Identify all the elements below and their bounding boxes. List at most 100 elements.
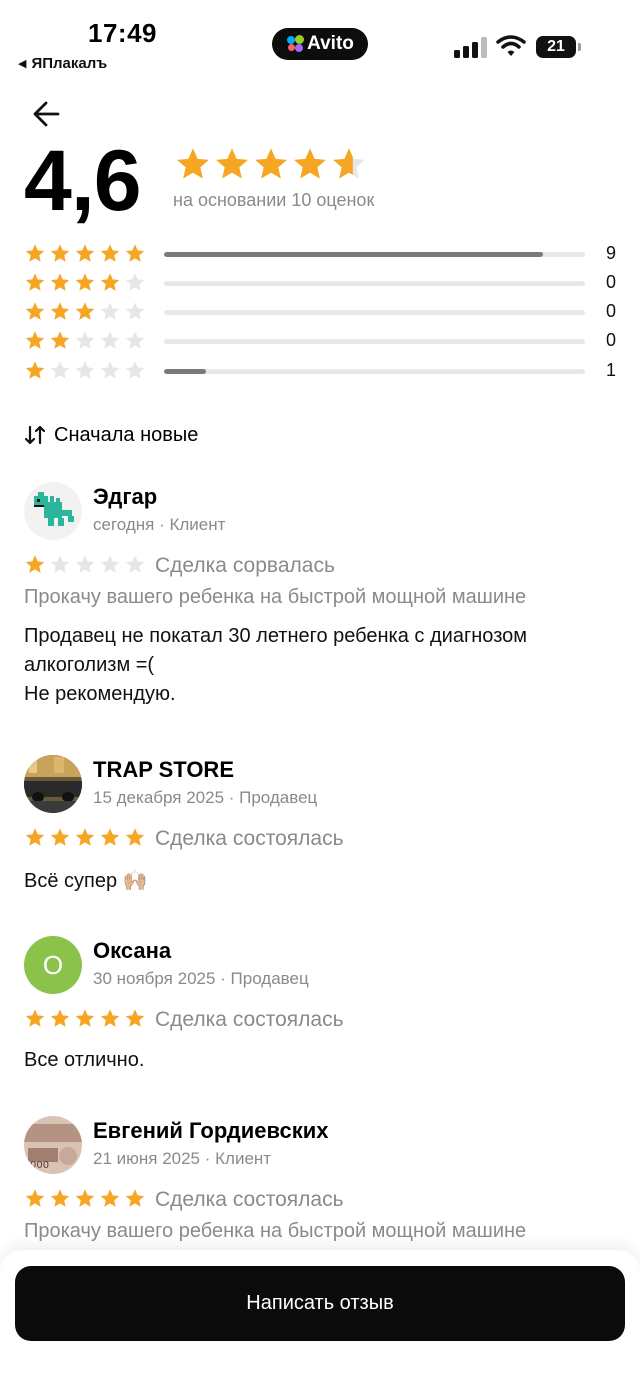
review-text: Всё супер 🙌🏼 <box>24 870 148 892</box>
row-stars <box>25 273 145 291</box>
star-icon <box>100 302 120 320</box>
avito-logo-icon <box>286 35 305 53</box>
star-icon <box>25 828 45 846</box>
svg-text:000: 000 <box>30 1160 49 1171</box>
reviewer-name[interactable]: Евгений Гордиевских <box>93 1118 328 1144</box>
review-meta: сегодня · Клиент <box>93 515 226 534</box>
distribution-row-2: 0 <box>24 330 624 354</box>
distribution-count: 0 <box>605 330 616 350</box>
star-icon <box>75 1189 95 1207</box>
review-meta: 15 декабря 2025 · Продавец <box>93 788 318 807</box>
distribution-bar <box>164 252 585 257</box>
star-icon <box>75 244 95 262</box>
star-icon <box>75 555 95 573</box>
star-icon <box>333 148 365 179</box>
photo-avatar[interactable] <box>24 755 82 813</box>
review-item: 000 Евгений Гордиевских 21 июня 2025 · К… <box>24 1116 624 1256</box>
reviewer-name[interactable]: Эдгар <box>93 484 157 510</box>
star-icon <box>75 302 95 320</box>
star-icon <box>100 244 120 262</box>
star-icon <box>75 1009 95 1027</box>
star-icon <box>50 302 70 320</box>
distribution-bar-fill <box>164 252 543 257</box>
deal-status: Сделка состоялась <box>155 1188 344 1211</box>
star-icon <box>125 1009 145 1027</box>
sort-icon <box>24 425 46 445</box>
review-item: О Оксана 30 ноября 2025 · Продавец Сделк… <box>24 936 624 1086</box>
back-app-label: ЯПлакалъ <box>31 55 108 72</box>
deal-status: Сделка сорвалась <box>155 554 335 577</box>
write-review-button[interactable]: Написать отзыв <box>15 1266 625 1341</box>
distribution-bar <box>164 369 585 374</box>
back-to-app-link[interactable]: ◀ ЯПлакалъ <box>18 55 107 72</box>
star-icon <box>125 361 145 379</box>
star-icon <box>125 244 145 262</box>
banknote-avatar[interactable]: 000 <box>24 1116 82 1174</box>
distribution-count: 0 <box>605 272 616 292</box>
star-icon <box>216 148 248 179</box>
star-icon <box>125 331 145 349</box>
distribution-bar <box>164 310 585 315</box>
row-stars <box>25 361 145 379</box>
wifi-icon <box>496 35 526 56</box>
star-icon <box>294 148 326 179</box>
star-icon <box>125 828 145 846</box>
distribution-bar <box>164 281 585 286</box>
star-icon <box>100 1009 120 1027</box>
star-icon <box>50 1009 70 1027</box>
review-subject[interactable]: Прокачу вашего ребенка на быстрой мощной… <box>24 586 526 609</box>
distribution-count: 0 <box>605 301 616 321</box>
review-stars <box>25 555 145 573</box>
dragon-avatar[interactable] <box>24 482 82 540</box>
app-pill-label: Avito <box>307 33 354 54</box>
battery-icon: 21 <box>536 36 581 58</box>
star-icon <box>125 1189 145 1207</box>
star-icon <box>25 361 45 379</box>
reviewer-name[interactable]: TRAP STORE <box>93 757 234 783</box>
review-item: Эдгар сегодня · Клиент Сделка сорвалась … <box>24 482 624 722</box>
app-pill: Avito <box>272 28 368 60</box>
star-icon <box>25 555 45 573</box>
star-icon <box>25 244 45 262</box>
rating-count-label: на основании 10 оценок <box>173 190 375 210</box>
back-arrow-icon[interactable] <box>26 96 66 132</box>
status-bar: 17:49 ◀ ЯПлакалъ Avito 21 <box>0 0 640 80</box>
star-icon <box>100 361 120 379</box>
row-stars <box>25 331 145 349</box>
distribution-row-1: 1 <box>24 360 624 384</box>
star-icon <box>100 1189 120 1207</box>
review-item: TRAP STORE 15 декабря 2025 · Продавец Сд… <box>24 755 624 905</box>
status-time: 17:49 <box>88 18 157 48</box>
star-icon <box>177 148 209 179</box>
star-icon <box>50 331 70 349</box>
sort-label: Сначала новые <box>54 423 199 446</box>
star-icon <box>50 828 70 846</box>
star-icon <box>75 331 95 349</box>
review-stars <box>25 1009 145 1027</box>
reviewer-name[interactable]: Оксана <box>93 938 171 964</box>
star-icon <box>50 273 70 291</box>
star-icon <box>50 244 70 262</box>
star-icon <box>125 273 145 291</box>
average-rating-stars <box>177 148 365 179</box>
distribution-bar-fill <box>164 369 207 374</box>
back-triangle-icon: ◀ <box>18 58 27 70</box>
star-icon <box>75 273 95 291</box>
average-rating: 4,6 <box>24 133 142 229</box>
letter-avatar[interactable]: О <box>24 936 82 994</box>
deal-status: Сделка состоялась <box>155 827 344 850</box>
star-icon <box>125 302 145 320</box>
deal-status: Сделка состоялась <box>155 1008 344 1031</box>
star-icon <box>100 828 120 846</box>
review-subject[interactable]: Прокачу вашего ребенка на быстрой мощной… <box>24 1220 526 1243</box>
star-icon <box>50 1189 70 1207</box>
star-icon <box>50 555 70 573</box>
distribution-row-3: 0 <box>24 301 624 325</box>
star-icon <box>75 361 95 379</box>
review-stars <box>25 828 145 846</box>
sort-button[interactable]: Сначала новые <box>24 420 198 450</box>
star-icon <box>25 331 45 349</box>
distribution-bar <box>164 339 585 344</box>
row-stars <box>25 244 145 262</box>
signal-icon <box>454 36 490 58</box>
